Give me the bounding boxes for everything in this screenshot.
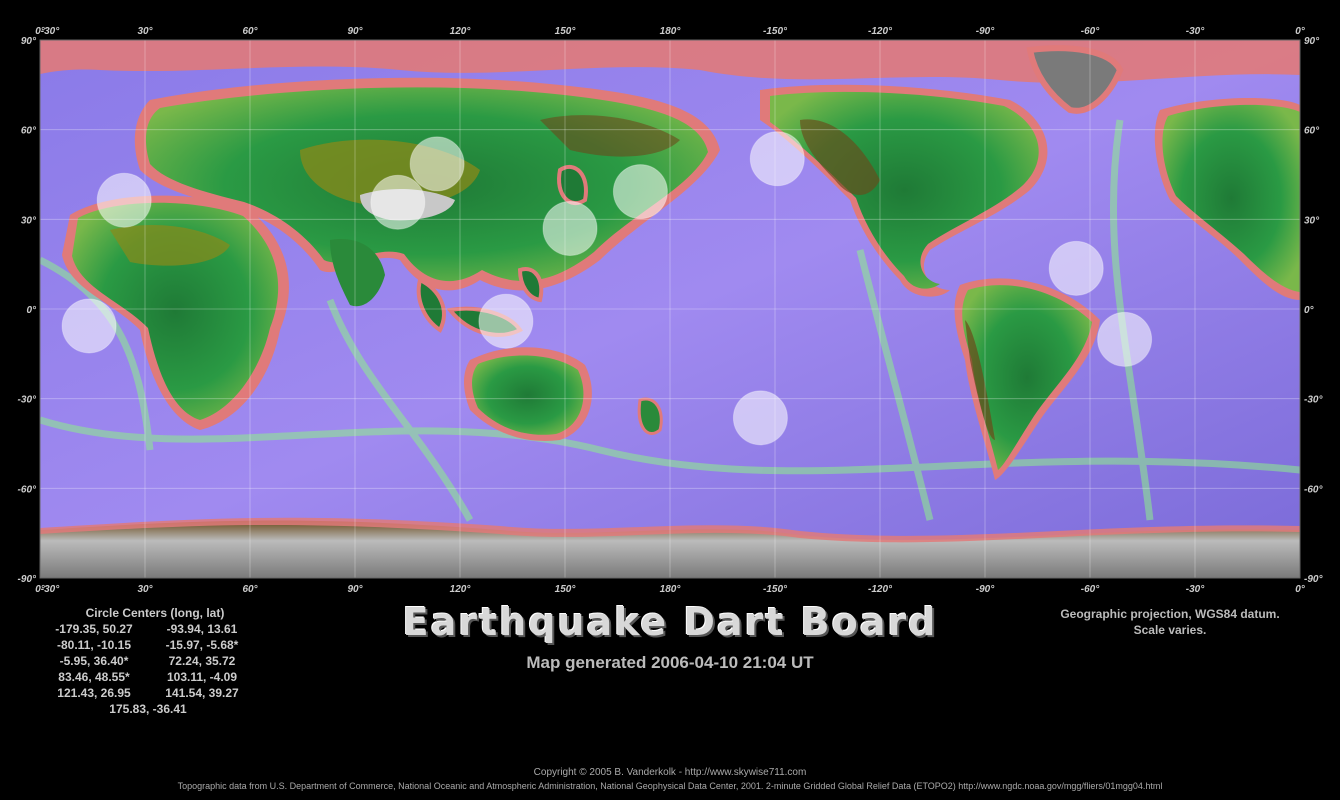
latitude-tick-label: 0° <box>1304 305 1315 316</box>
copyright: Copyright © 2005 B. Vanderkolk - http://… <box>533 767 807 778</box>
projection-line: Geographic projection, WGS84 datum. <box>1060 607 1280 621</box>
latitude-tick-label: -30° <box>18 395 37 406</box>
longitude-labels-bottom: -30° 0° 30° 60° 90° 120° 150° 180° -150° -120° -90… <box>35 584 1306 595</box>
longitude-tick-label: 180° <box>660 26 682 37</box>
longitude-tick-label: -120° <box>868 26 893 37</box>
latitude-tick-label: -30° <box>1304 395 1323 406</box>
longitude-tick-label: -30° <box>1186 26 1205 37</box>
earthquake-circle <box>409 136 465 192</box>
center-value: -93.94, 13.61 <box>166 622 238 636</box>
longitude-tick-label: 90° <box>347 26 363 37</box>
earthquake-circle <box>96 172 152 228</box>
projection-note: Geographic projection, WGS84 datum. Scal… <box>1010 606 1330 638</box>
longitude-tick-label: 60° <box>242 584 258 595</box>
earthquake-circle <box>1048 240 1104 296</box>
latitude-labels-left: 90° 60° 30° 0° -30° -60° -90° <box>18 36 37 585</box>
circle-centers-panel: Circle Centers (long, lat) -179.35, 50.2… <box>40 606 270 717</box>
longitude-tick-label: 120° <box>450 584 472 595</box>
latitude-tick-label: -90° <box>1304 574 1323 585</box>
longitude-tick-label: 0° <box>35 26 46 37</box>
latitude-tick-label: 60° <box>21 126 37 137</box>
longitude-tick-label: 60° <box>242 26 258 37</box>
latitude-tick-label: 0° <box>26 305 37 316</box>
center-value: 141.54, 39.27 <box>165 686 239 700</box>
latitude-tick-label: -60° <box>18 484 37 495</box>
center-value: 72.24, 35.72 <box>168 654 236 668</box>
longitude-tick-label: 30° <box>137 584 153 595</box>
center-value: 121.43, 26.95 <box>57 686 131 700</box>
longitude-tick-label: 150° <box>555 584 577 595</box>
center-value: -80.11, -10.15 <box>56 638 132 652</box>
longitude-tick-label: -150° <box>763 584 788 595</box>
latitude-tick-label: 90° <box>1304 36 1320 47</box>
center-value: -179.35, 50.27 <box>55 622 133 636</box>
center-value: -5.95, 36.40* <box>59 654 129 668</box>
centers-row: -80.11, -10.15 -15.97, -5.68* <box>40 637 270 653</box>
earthquake-circle <box>61 298 117 354</box>
longitude-tick-label: -60° <box>1081 584 1100 595</box>
data-credits: Topographic data from U.S. Department of… <box>177 781 1163 791</box>
world-map: -30° 0° 30° 60° 90° 120° 150° 180° -150° -120° -90… <box>18 26 1324 595</box>
earthquake-circle <box>1097 311 1153 367</box>
new-zealand <box>637 397 663 435</box>
latitude-tick-label: 30° <box>21 215 37 226</box>
centers-row: 175.83, -36.41 <box>40 701 270 717</box>
longitude-tick-label: -90° <box>976 584 995 595</box>
scale-line: Scale varies. <box>1133 623 1207 637</box>
longitude-labels-top: -30° 0° 30° 60° 90° 120° 150° 180° -150° -120° -90… <box>35 26 1306 37</box>
earthquake-circle <box>749 131 805 187</box>
circle-centers-heading: Circle Centers (long, lat) <box>85 606 225 620</box>
map-generated-date: Map generated 2006-04-10 21:04 UT <box>526 653 814 672</box>
latitude-tick-label: 60° <box>1304 126 1320 137</box>
earthquake-circle <box>478 293 534 349</box>
latitude-tick-label: -90° <box>18 574 37 585</box>
longitude-tick-label: 150° <box>555 26 577 37</box>
longitude-tick-label: -30° <box>1186 584 1205 595</box>
longitude-tick-label: -120° <box>868 584 893 595</box>
earthquake-circle <box>542 200 598 256</box>
longitude-tick-label: 0° <box>35 584 46 595</box>
latitude-tick-label: 30° <box>1304 215 1320 226</box>
centers-row: 121.43, 26.95 141.54, 39.27 <box>40 685 270 701</box>
earthquake-circle <box>370 174 426 230</box>
longitude-tick-label: -60° <box>1081 26 1100 37</box>
centers-row: -5.95, 36.40* 72.24, 35.72 <box>40 653 270 669</box>
center-value: 103.11, -4.09 <box>166 670 238 684</box>
center-value: 83.46, 48.55* <box>58 670 130 684</box>
longitude-tick-label: 0° <box>1295 584 1306 595</box>
longitude-tick-label: 120° <box>450 26 472 37</box>
longitude-tick-label: -150° <box>763 26 788 37</box>
centers-row: 83.46, 48.55* 103.11, -4.09 <box>40 669 270 685</box>
longitude-tick-label: 30° <box>137 26 153 37</box>
page-title: Earthquake Dart Board <box>402 600 938 644</box>
earthquake-circle <box>732 390 788 446</box>
latitude-tick-label: 90° <box>21 36 37 47</box>
longitude-tick-label: -90° <box>976 26 995 37</box>
earthquake-circle <box>612 164 668 220</box>
longitude-tick-label: 180° <box>660 584 682 595</box>
latitude-tick-label: -60° <box>1304 484 1323 495</box>
center-value: 175.83, -36.41 <box>109 702 187 716</box>
latitude-labels-right: 90° 60° 30° 0° -30° -60° -90° <box>1304 36 1323 585</box>
longitude-tick-label: 90° <box>347 584 363 595</box>
center-value: -15.97, -5.68* <box>165 638 239 652</box>
centers-row: -179.35, 50.27 -93.94, 13.61 <box>40 621 270 637</box>
